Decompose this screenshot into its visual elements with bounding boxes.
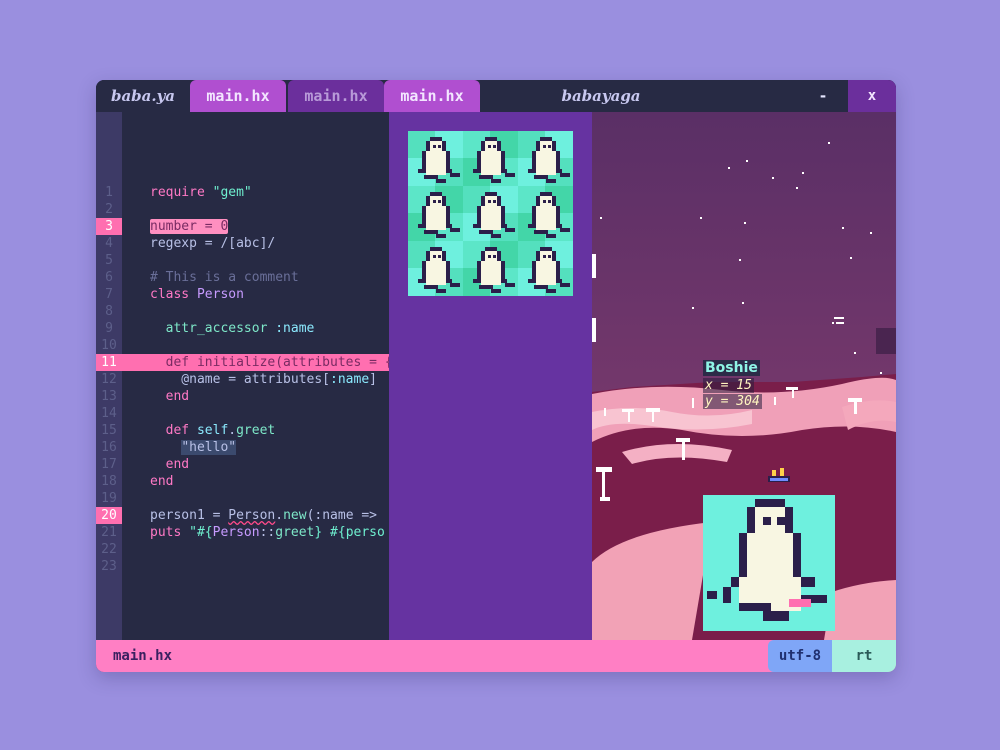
code-line[interactable]: 15 def self.greet: [96, 422, 389, 439]
line-text: # This is a comment: [150, 270, 299, 285]
sprite-frame[interactable]: [463, 241, 518, 296]
line-text: "hello": [181, 440, 237, 455]
code-line[interactable]: 16 "hello": [96, 439, 389, 456]
status-bar: main.hx utf-8 rt: [96, 640, 896, 672]
sprite-frame[interactable]: [408, 241, 463, 296]
app-name: baba.ya: [110, 87, 176, 105]
minimize-button[interactable]: -: [806, 80, 840, 112]
line-number[interactable]: 2: [96, 201, 122, 218]
title-bar: baba.ya main.hx main.hx main.hx babayaga…: [96, 80, 896, 112]
line-number[interactable]: 16: [96, 439, 122, 456]
coord-y-readout: y = 304: [703, 394, 762, 409]
sprite-frame[interactable]: [408, 131, 463, 186]
line-text: def initialize(attributes = {}): [150, 355, 409, 370]
sprite-frame[interactable]: [463, 131, 518, 186]
line-number[interactable]: 9: [96, 320, 122, 337]
code-line[interactable]: 20 person1 = Person.new(:name =>: [96, 507, 389, 524]
line-number[interactable]: 7: [96, 286, 122, 303]
line-text: end: [150, 457, 190, 472]
line-text: def self.greet: [150, 423, 276, 438]
line-number[interactable]: 1: [96, 184, 122, 201]
code-line[interactable]: 23: [96, 558, 389, 575]
line-text: number = 0: [150, 219, 229, 234]
code-line[interactable]: 21 puts "#{Person::greet} #{perso: [96, 524, 389, 541]
line-number[interactable]: 5: [96, 252, 122, 269]
sprite-frame[interactable]: [518, 186, 573, 241]
line-text: regexp = /[abc]/: [150, 236, 276, 251]
line-number[interactable]: 22: [96, 541, 122, 558]
line-text: end: [150, 389, 190, 404]
sprite-frame[interactable]: [518, 131, 573, 186]
code-line[interactable]: 9 attr_accessor :name: [96, 320, 389, 337]
code-line[interactable]: 8: [96, 303, 389, 320]
code-line[interactable]: 7 class Person: [96, 286, 389, 303]
line-number[interactable]: 21: [96, 524, 122, 541]
tab-main-3[interactable]: main.hx: [384, 80, 480, 112]
line-number[interactable]: 3: [96, 218, 122, 235]
line-number[interactable]: 12: [96, 371, 122, 388]
code-line[interactable]: 18 end: [96, 473, 389, 490]
editor-window: baba.ya main.hx main.hx main.hx babayaga…: [96, 80, 896, 672]
code-line[interactable]: 1 require "gem": [96, 184, 389, 201]
line-text: person1 = Person.new(:name =>: [150, 508, 385, 523]
line-number[interactable]: 4: [96, 235, 122, 252]
tab-main-1[interactable]: main.hx: [190, 80, 286, 112]
code-line[interactable]: 13 end: [96, 388, 389, 405]
code-line[interactable]: 19: [96, 490, 389, 507]
line-number[interactable]: 23: [96, 558, 122, 575]
status-encoding[interactable]: utf-8: [768, 640, 832, 672]
line-text: end: [150, 474, 174, 489]
code-line[interactable]: 5: [96, 252, 389, 269]
line-number[interactable]: 6: [96, 269, 122, 286]
line-text: attr_accessor :name: [150, 321, 315, 336]
close-button[interactable]: x: [848, 80, 896, 112]
code-line[interactable]: 11 def initialize(attributes = {}): [96, 354, 408, 371]
line-number[interactable]: 10: [96, 337, 122, 354]
crown-icon: [768, 468, 790, 484]
line-number[interactable]: 19: [96, 490, 122, 507]
game-viewport[interactable]: [592, 112, 896, 640]
code-line[interactable]: 2: [96, 201, 389, 218]
code-line[interactable]: 4 regexp = /[abc]/: [96, 235, 389, 252]
status-file-name: main.hx: [113, 648, 173, 664]
status-mode[interactable]: rt: [832, 640, 896, 672]
code-line[interactable]: 12 @name = attributes[:name]: [96, 371, 389, 388]
code-line[interactable]: 22: [96, 541, 389, 558]
window-title: babayaga: [561, 87, 641, 105]
code-line[interactable]: 10: [96, 337, 389, 354]
code-line[interactable]: 14: [96, 405, 389, 422]
line-number[interactable]: 11: [96, 354, 122, 371]
line-number[interactable]: 14: [96, 405, 122, 422]
sprite-frame[interactable]: [518, 241, 573, 296]
sprite-frame[interactable]: [408, 186, 463, 241]
code-line[interactable]: 3 number = 0: [96, 218, 389, 235]
character-name: Boshie: [703, 360, 760, 376]
line-text: require "gem": [150, 185, 252, 200]
line-number[interactable]: 17: [96, 456, 122, 473]
boshie-sprite: [707, 499, 827, 621]
line-number[interactable]: 20: [96, 507, 122, 524]
coord-x-readout: x = 15: [703, 378, 754, 393]
character-preview[interactable]: [703, 495, 835, 631]
sprite-frame[interactable]: [463, 186, 518, 241]
line-text: class Person: [150, 287, 244, 302]
line-text: @name = attributes[:name]: [150, 372, 377, 387]
tab-main-2[interactable]: main.hx: [288, 80, 384, 112]
line-text: puts "#{Person::greet} #{perso: [150, 525, 385, 540]
code-line[interactable]: 6 # This is a comment: [96, 269, 389, 286]
sprite-panel: [389, 112, 592, 640]
code-line[interactable]: 17 end: [96, 456, 389, 473]
line-number[interactable]: 13: [96, 388, 122, 405]
line-number[interactable]: 15: [96, 422, 122, 439]
sprite-sheet[interactable]: [408, 131, 573, 297]
line-number[interactable]: 18: [96, 473, 122, 490]
line-number[interactable]: 8: [96, 303, 122, 320]
distant-tower: [876, 328, 896, 354]
